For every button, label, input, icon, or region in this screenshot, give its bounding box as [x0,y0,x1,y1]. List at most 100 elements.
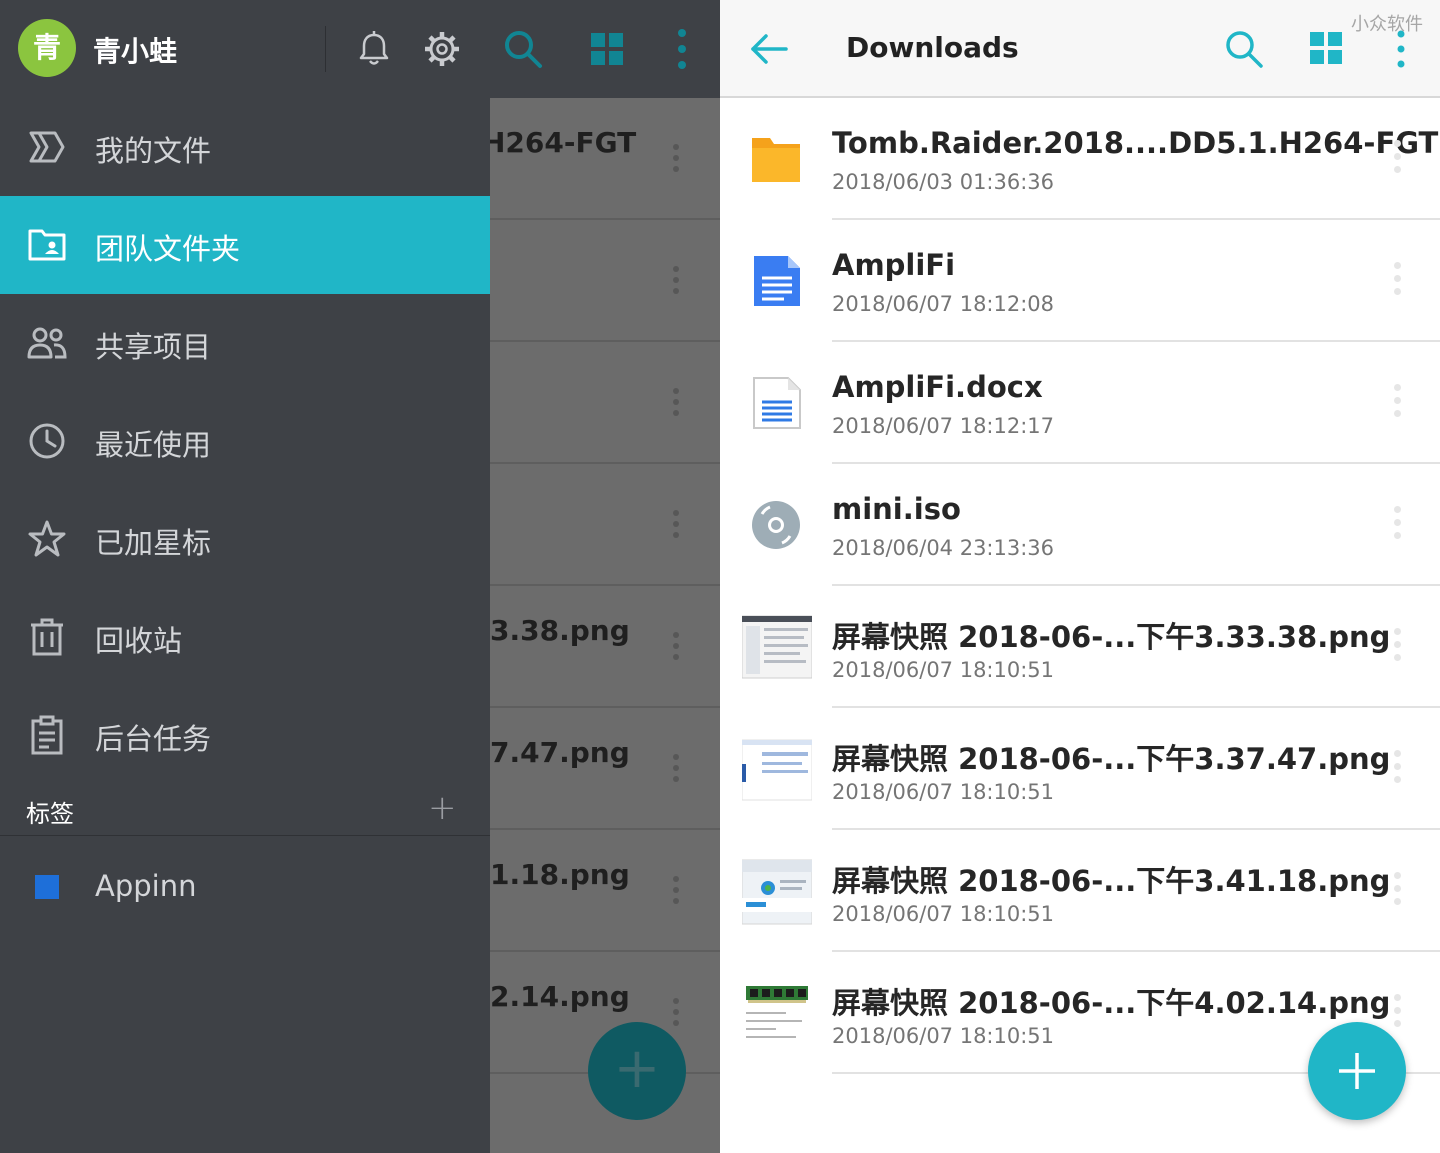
tag-item-appinn[interactable]: Appinn [0,838,490,936]
dimmed-more-icon [673,876,681,909]
clipboard-icon [31,715,63,755]
plus-icon: + [613,1036,661,1101]
file-date: 2018/06/07 18:10:51 [832,1024,1055,1048]
file-name: 屏幕快照 2018-06-...下午3.37.47.png [832,742,1391,776]
file-name: AmpliFi [832,248,956,282]
nav-item-team-folder[interactable]: 团队文件夹 [0,196,490,294]
my-files-icon [29,131,65,163]
file-date: 2018/06/07 18:12:17 [832,414,1055,438]
nav-label: 后台任务 [95,722,212,756]
dimmed-more-icon [673,266,681,299]
more-vert-icon[interactable] [1394,140,1402,179]
disc-image-icon [752,501,800,549]
nav-item-shared[interactable]: 共享项目 [0,294,490,392]
file-date: 2018/06/07 18:10:51 [832,780,1055,804]
nav-label: 最近使用 [95,428,212,462]
image-thumbnail [742,615,812,679]
image-thumbnail [742,859,812,925]
dimmed-row [490,342,720,464]
nav-label: 我的文件 [95,134,212,168]
dimmed-more-icon [673,144,681,177]
nav-label: 已加星标 [95,526,212,560]
file-name: mini.iso [832,492,961,526]
top-app-bar: Downloads 小众软件 [720,0,1440,98]
tags-label: 标签 [26,800,74,828]
dimmed-row: H264-FGT [482,98,720,220]
profile-header: 青 青小蛙 [0,0,490,98]
dimmed-row: 7.47.png [490,708,720,830]
file-date: 2018/06/07 18:10:51 [832,902,1055,926]
file-date: 2018/06/07 18:10:51 [832,658,1055,682]
tags-section-header: 标签 + [0,784,490,836]
nav-item-background-tasks[interactable]: 后台任务 [0,686,490,784]
file-date: 2018/06/07 18:12:08 [832,292,1055,316]
dimmed-more-icon [673,388,681,421]
more-vert-icon[interactable] [1394,262,1402,301]
nav-item-starred[interactable]: 已加星标 [0,490,490,588]
more-vert-icon[interactable] [1394,872,1402,911]
trash-icon [31,618,63,656]
file-row[interactable]: 屏幕快照 2018-06-...下午3.33.38.png 2018/06/07… [720,586,1440,708]
more-vert-icon[interactable] [1394,994,1402,1033]
left-screen: H264-FGT 3.38.png 7.47.png 1.18.png 2.14… [0,0,720,1153]
more-vert-icon[interactable] [1394,628,1402,667]
nav-item-my-files[interactable]: 我的文件 [0,98,490,196]
dimmed-more-icon [678,29,686,69]
tag-color-swatch [35,875,59,899]
avatar[interactable]: 青 [18,19,76,77]
docx-icon [753,377,801,429]
file-name: AmpliFi.docx [832,370,1043,404]
clock-icon [29,423,65,459]
file-date: 2018/06/04 23:13:36 [832,536,1055,560]
grid-view-icon[interactable] [1309,31,1343,65]
right-screen: Downloads 小众软件 Tomb.Raider.2018....DD5.1… [720,0,1440,1153]
page-title: Downloads [846,31,1019,64]
more-vert-icon[interactable] [1394,506,1402,545]
nav-label: 团队文件夹 [95,232,241,266]
bell-icon[interactable] [353,28,395,70]
folder-icon [752,138,800,182]
team-folder-icon [28,229,66,261]
navigation-drawer: 青 青小蛙 我的文件 团队文件夹 共享项目 最近使用 已加星标 回收站 后台任务… [0,0,490,1153]
file-row[interactable]: AmpliFi.docx 2018/06/07 18:12:17 [720,342,1440,464]
drawer-nav: 我的文件 团队文件夹 共享项目 最近使用 已加星标 回收站 后台任务 [0,98,490,784]
star-icon [28,520,66,557]
dimmed-grid-icon [591,33,623,65]
dimmed-more-icon [673,754,681,787]
more-vert-icon[interactable] [1394,750,1402,789]
divider [325,26,326,72]
plus-icon [1339,1053,1375,1089]
nav-label: 共享项目 [95,330,212,364]
dimmed-row [490,464,720,586]
file-row[interactable]: mini.iso 2018/06/04 23:13:36 [720,464,1440,586]
image-thumbnail [742,739,812,801]
dimmed-more-icon [673,510,681,543]
file-date: 2018/06/03 01:36:36 [832,170,1055,194]
file-row[interactable]: 屏幕快照 2018-06-...下午3.37.47.png 2018/06/07… [720,708,1440,830]
add-tag-button[interactable]: + [428,788,457,828]
back-arrow-icon[interactable] [748,28,790,70]
file-name: 屏幕快照 2018-06-...下午3.41.18.png [832,864,1391,898]
gear-icon[interactable] [421,28,463,70]
dimmed-row [490,220,720,342]
dimmed-add-button: + [588,1022,686,1120]
nav-item-trash[interactable]: 回收站 [0,588,490,686]
dimmed-more-icon [673,632,681,665]
more-vert-icon[interactable] [1394,384,1402,423]
dimmed-file-list: H264-FGT 3.38.png 7.47.png 1.18.png 2.14… [482,98,720,1074]
add-button[interactable] [1308,1022,1406,1120]
dimmed-search-icon [505,31,542,68]
google-doc-icon [754,256,800,306]
file-name: Tomb.Raider.2018....DD5.1.H264-FGT [832,126,1439,160]
search-icon[interactable] [1222,27,1266,71]
nav-item-recent[interactable]: 最近使用 [0,392,490,490]
username[interactable]: 青小蛙 [93,30,177,70]
file-row[interactable]: Tomb.Raider.2018....DD5.1.H264-FGT 2018/… [720,98,1440,220]
dimmed-row: 3.38.png [490,586,720,708]
tag-label: Appinn [95,869,197,903]
file-row[interactable]: AmpliFi 2018/06/07 18:12:08 [720,220,1440,342]
file-row[interactable]: 屏幕快照 2018-06-...下午3.41.18.png 2018/06/07… [720,830,1440,952]
file-list: Tomb.Raider.2018....DD5.1.H264-FGT 2018/… [720,98,1440,1074]
dimmed-row: 1.18.png [490,830,720,952]
image-thumbnail [742,978,812,1048]
